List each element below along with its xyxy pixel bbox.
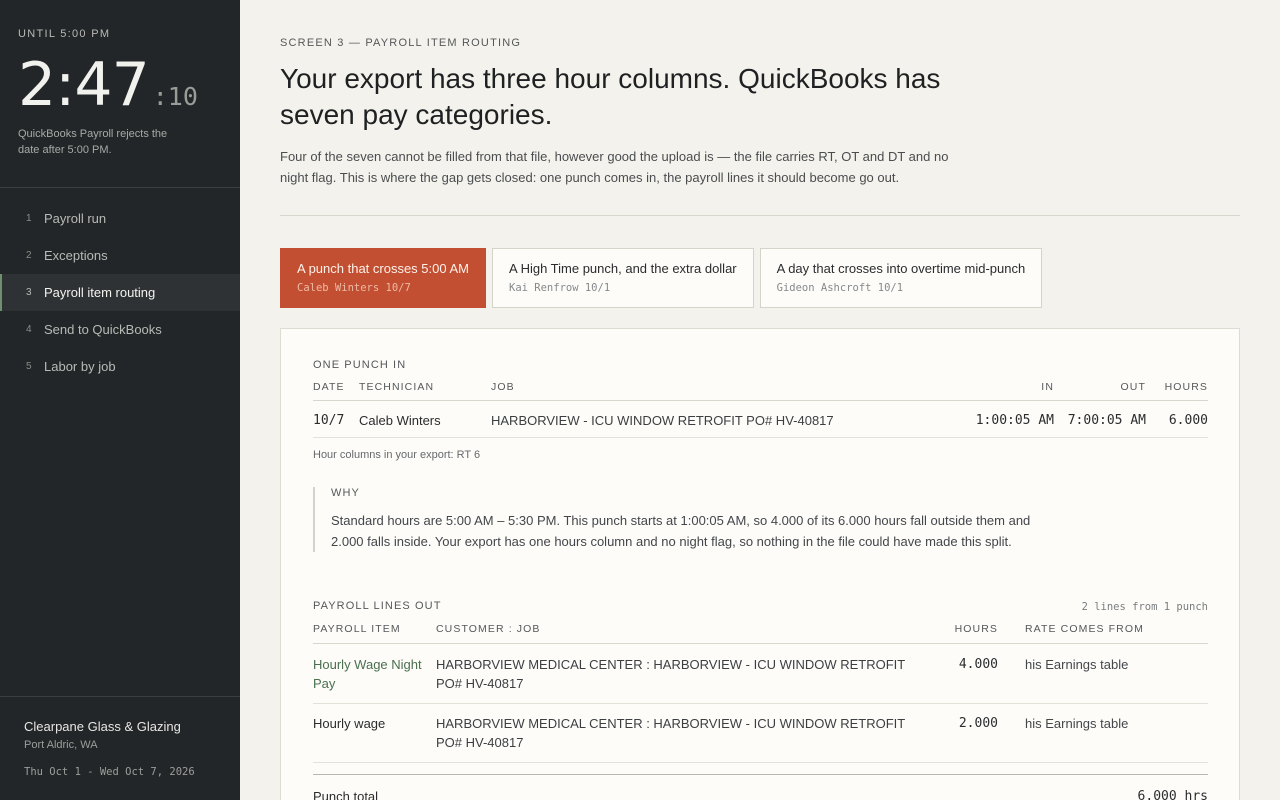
tab-subtitle: Gideon Ashcroft 10/1: [776, 282, 904, 294]
customer-job: HARBORVIEW MEDICAL CENTER : HARBORVIEW -…: [436, 657, 905, 691]
divider: [280, 215, 1240, 216]
punch-total-value: 6.000 hrs: [1137, 789, 1208, 800]
punch-out-time: 7:00:05 AM: [1067, 413, 1146, 428]
total-divider: [313, 774, 1208, 775]
sidebar: UNTIL 5:00 PM 2:47:10 QuickBooks Payroll…: [0, 0, 240, 800]
divider: [0, 696, 240, 697]
page-intro: Four of the seven cannot be filled from …: [280, 149, 949, 185]
rate-source: his Earnings table: [1025, 716, 1129, 731]
col-customer-job: CUSTOMER : JOB: [436, 623, 541, 635]
punch-total-label: Punch total: [313, 789, 379, 800]
payroll-item-name: Hourly wage: [313, 716, 386, 731]
table-row: 10/7 Caleb Winters HARBORVIEW - ICU WIND…: [313, 402, 1208, 438]
payroll-lines-label: PAYROLL LINES OUT: [313, 600, 442, 612]
countdown-clock: 2:47:10: [18, 50, 198, 120]
nav-label: Labor by job: [44, 359, 116, 374]
company-name: Clearpane Glass & Glazing: [24, 719, 181, 734]
col-technician: TECHNICIAN: [359, 381, 435, 393]
countdown-seconds: :10: [152, 82, 198, 111]
customer-job: HARBORVIEW MEDICAL CENTER : HARBORVIEW -…: [436, 716, 905, 750]
col-hours: HOURS: [954, 623, 998, 635]
punch-technician: Caleb Winters: [359, 413, 441, 428]
nav-label: Payroll item routing: [44, 285, 156, 300]
tab-high-time[interactable]: A High Time punch, and the extra dollar …: [492, 248, 754, 308]
rate-source: his Earnings table: [1025, 657, 1129, 672]
tab-overtime-mid-punch[interactable]: A day that crosses into overtime mid-pun…: [759, 248, 1043, 308]
nav-number: 1: [26, 213, 32, 224]
col-rate-source: RATE COMES FROM: [1025, 623, 1144, 635]
scenario-tabs: A punch that crosses 5:00 AM Caleb Winte…: [280, 248, 1043, 308]
nav-item-payroll-item-routing[interactable]: 3 Payroll item routing: [0, 274, 240, 311]
divider: [0, 187, 240, 188]
nav-item-send-to-quickbooks[interactable]: 4 Send to QuickBooks: [0, 311, 240, 348]
nav-label: Send to QuickBooks: [44, 322, 162, 337]
countdown-minutes: 2:47: [18, 50, 150, 120]
why-text: Standard hours are 5:00 AM – 5:30 PM. Th…: [331, 513, 1031, 549]
col-in: IN: [1041, 381, 1054, 393]
nav-item-payroll-run[interactable]: 1 Payroll run: [0, 200, 240, 237]
table-row: Hourly Wage Night Pay HARBORVIEW MEDICAL…: [313, 645, 1208, 704]
screen-eyebrow: SCREEN 3 — PAYROLL ITEM ROUTING: [280, 37, 522, 49]
page-title: Your export has three hour columns. Quic…: [280, 63, 941, 130]
lines-table-header: PAYROLL ITEM CUSTOMER : JOB HOURS RATE C…: [313, 623, 1208, 644]
nav-item-labor-by-job[interactable]: 5 Labor by job: [0, 348, 240, 385]
nav-item-exceptions[interactable]: 2 Exceptions: [0, 237, 240, 274]
punch-in-time: 1:00:05 AM: [975, 413, 1054, 428]
why-explanation: WHY Standard hours are 5:00 AM – 5:30 PM…: [313, 487, 1033, 552]
col-payroll-item: PAYROLL ITEM: [313, 623, 401, 635]
tab-title: A day that crosses into overtime mid-pun…: [776, 261, 1026, 276]
punch-hours: 6.000: [1168, 413, 1208, 428]
tab-subtitle: Kai Renfrow 10/1: [509, 282, 611, 294]
col-hours: HOURS: [1164, 381, 1208, 393]
nav-number: 3: [26, 287, 32, 298]
col-out: OUT: [1120, 381, 1146, 393]
line-hours: 4.000: [958, 657, 998, 672]
punch-date: 10/7: [313, 413, 345, 428]
col-job: JOB: [491, 381, 515, 393]
deadline-timer: UNTIL 5:00 PM 2:47:10 QuickBooks Payroll…: [18, 28, 228, 156]
deadline-label: UNTIL 5:00 PM: [18, 28, 111, 40]
tab-subtitle: Caleb Winters 10/7: [297, 282, 411, 294]
company-location: Port Aldric, WA: [24, 739, 98, 751]
tab-title: A High Time punch, and the extra dollar: [509, 261, 737, 276]
main-content: SCREEN 3 — PAYROLL ITEM ROUTING Your exp…: [280, 0, 1240, 800]
nav-label: Payroll run: [44, 211, 107, 226]
punch-in-label: ONE PUNCH IN: [313, 359, 407, 371]
step-nav: 1 Payroll run 2 Exceptions 3 Payroll ite…: [0, 200, 240, 385]
deadline-note: QuickBooks Payroll rejects the date afte…: [18, 128, 168, 156]
lines-count: 2 lines from 1 punch: [1081, 601, 1208, 613]
tab-title: A punch that crosses 5:00 AM: [297, 261, 469, 276]
table-row: Hourly wage HARBORVIEW MEDICAL CENTER : …: [313, 704, 1208, 763]
payroll-item-name: Hourly Wage Night Pay: [313, 657, 422, 691]
nav-label: Exceptions: [44, 248, 108, 263]
col-date: DATE: [313, 381, 345, 393]
punch-job: HARBORVIEW - ICU WINDOW RETROFIT PO# HV-…: [491, 413, 834, 428]
punch-table-header: DATE TECHNICIAN JOB IN OUT HOURS: [313, 381, 1208, 401]
line-hours: 2.000: [958, 716, 998, 731]
tab-crosses-5am[interactable]: A punch that crosses 5:00 AM Caleb Winte…: [280, 248, 486, 308]
why-title: WHY: [331, 487, 360, 499]
nav-number: 2: [26, 250, 32, 261]
nav-number: 4: [26, 324, 32, 335]
export-hour-columns: Hour columns in your export: RT 6: [313, 449, 481, 461]
nav-number: 5: [26, 361, 32, 372]
routing-card: ONE PUNCH IN DATE TECHNICIAN JOB IN OUT …: [280, 328, 1240, 800]
pay-period: Thu Oct 1 - Wed Oct 7, 2026: [24, 766, 195, 778]
